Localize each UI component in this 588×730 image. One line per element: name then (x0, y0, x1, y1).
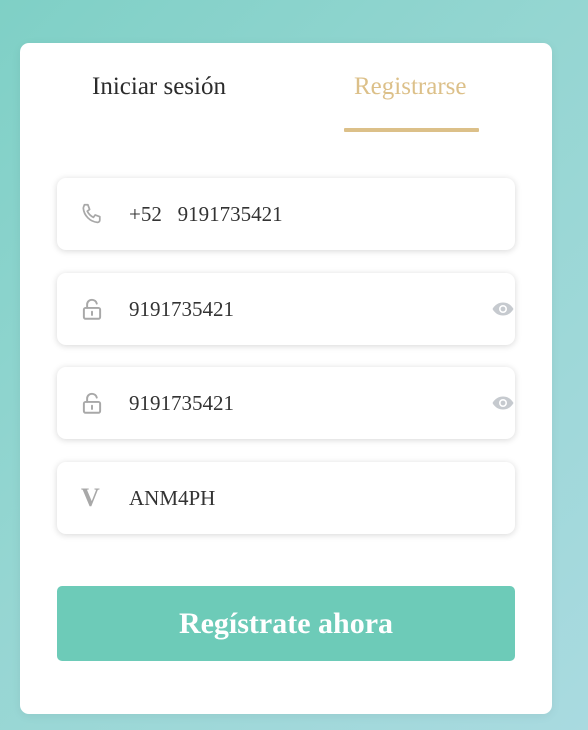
eye-icon[interactable] (491, 391, 515, 415)
confirm-password-input[interactable]: 9191735421 (129, 367, 234, 439)
phone-field[interactable]: +52 9191735421 (57, 178, 515, 250)
lock-icon (82, 298, 102, 320)
tab-login[interactable]: Iniciar sesión (92, 73, 226, 101)
auth-tabs: Iniciar sesión Registrarse (20, 43, 552, 135)
register-card: Iniciar sesión Registrarse +52 919173542… (20, 43, 552, 714)
confirm-password-field[interactable]: 9191735421 (57, 367, 515, 439)
active-tab-indicator (344, 128, 479, 132)
password-input[interactable]: 9191735421 (129, 273, 234, 345)
phone-input[interactable]: +52 9191735421 (129, 178, 283, 250)
register-now-button[interactable]: Regístrate ahora (57, 586, 515, 661)
lock-icon (82, 392, 102, 414)
password-field[interactable]: 9191735421 (57, 273, 515, 345)
invite-code-field[interactable]: V ANM4PH (57, 462, 515, 534)
invite-code-icon: V (81, 483, 100, 512)
tab-register[interactable]: Registrarse (354, 73, 466, 101)
invite-code-input[interactable]: ANM4PH (129, 462, 215, 534)
eye-icon[interactable] (491, 297, 515, 321)
phone-icon (82, 203, 101, 224)
